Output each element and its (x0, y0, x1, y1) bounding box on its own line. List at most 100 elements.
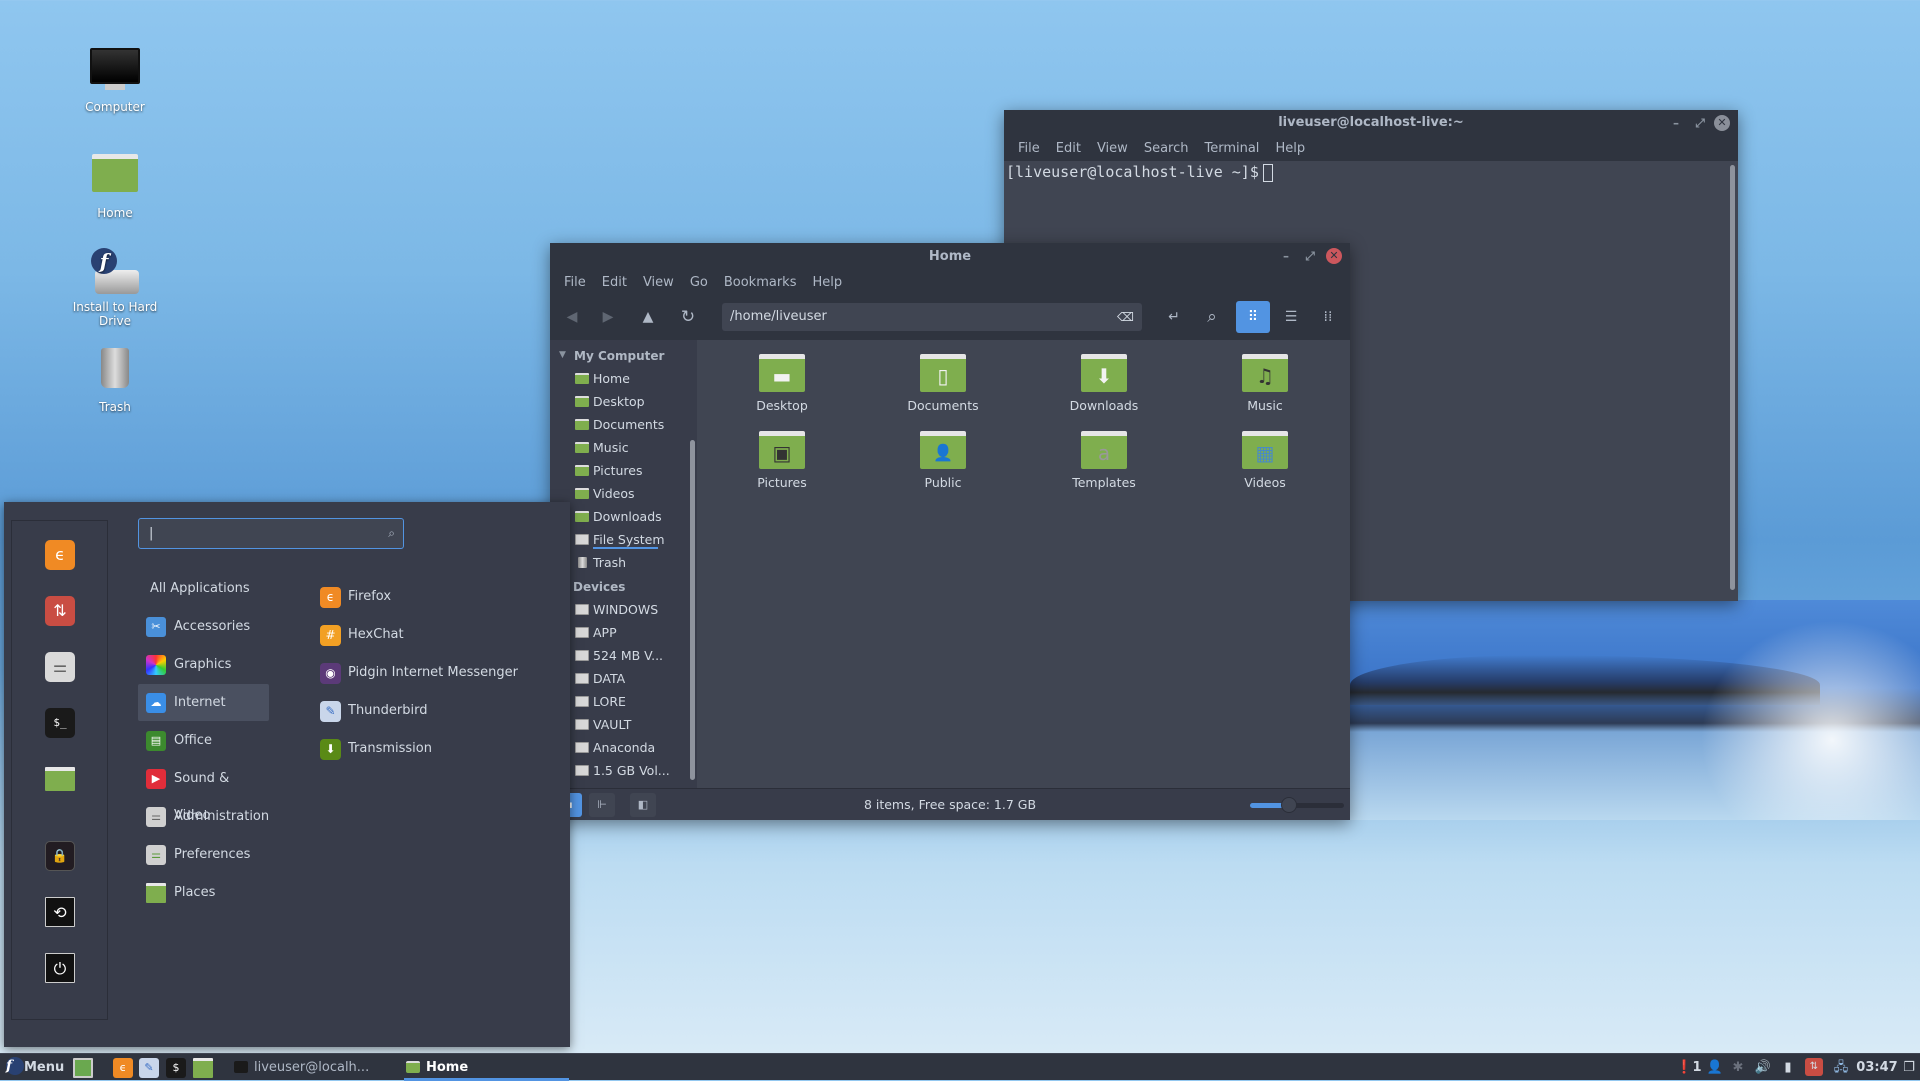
menu-file[interactable]: File (1010, 141, 1048, 156)
sidebar-item-downloads[interactable]: Downloads (550, 505, 697, 528)
app-firefox[interactable]: ϵ Firefox (318, 578, 391, 616)
network-icon[interactable]: 🖧 (1829, 1054, 1853, 1081)
menu-edit[interactable]: Edit (594, 275, 635, 290)
menu-bookmarks[interactable]: Bookmarks (716, 275, 805, 290)
logout-icon[interactable]: ⟲ (45, 897, 75, 927)
terminal-titlebar[interactable]: liveuser@localhost-live:~ – ⤢ ✕ (1004, 110, 1738, 136)
favorite-settings-icon[interactable]: ⚌ (45, 652, 75, 682)
category-accessories[interactable]: ✂ Accessories (138, 608, 269, 645)
menu-go[interactable]: Go (682, 275, 716, 290)
notifications-icon[interactable]: ❗1 (1675, 1054, 1703, 1081)
close-button[interactable]: ✕ (1326, 248, 1342, 264)
show-treeview-button[interactable]: ⊩ (589, 793, 615, 817)
clock[interactable]: 03:47 (1855, 1054, 1899, 1081)
zoom-slider[interactable] (1250, 797, 1344, 813)
desktop-icon-home[interactable]: Home (55, 148, 175, 220)
menu-search-input[interactable]: | ⌕ (138, 518, 404, 549)
sidebar-item-videos[interactable]: Videos (550, 482, 697, 505)
app-pidgin[interactable]: ◉ Pidgin Internet Messenger (318, 654, 518, 692)
sidebar-device[interactable]: VAULT (550, 713, 697, 736)
updates-icon[interactable]: ⇅ (1805, 1058, 1823, 1076)
menu-edit[interactable]: Edit (1048, 141, 1089, 156)
favorite-firefox-icon[interactable]: ϵ (45, 540, 75, 570)
minimize-button[interactable]: – (1276, 243, 1296, 269)
sidebar-item-documents[interactable]: Documents (550, 413, 697, 436)
sidebar-device[interactable]: LORE (550, 690, 697, 713)
sidebar-item-desktop[interactable]: Desktop (550, 390, 697, 413)
location-input[interactable]: /home/liveuser ⌫ (722, 303, 1142, 331)
file-manager-window[interactable]: Home – ⤢ ✕ File Edit View Go Bookmarks H… (550, 243, 1350, 820)
category-places[interactable]: Places (138, 874, 269, 911)
file-item-documents[interactable]: ▯ Documents (883, 354, 1003, 413)
hide-sidebar-button[interactable]: ◧ (630, 793, 656, 817)
taskbar-window-home[interactable]: Home (404, 1054, 569, 1081)
app-transmission[interactable]: ⬇ Transmission (318, 730, 432, 768)
sidebar-section-my-computer[interactable]: ▼ My Computer (550, 344, 697, 367)
desktop-icon-computer[interactable]: Computer (55, 48, 175, 114)
category-office[interactable]: ▤ Office (138, 722, 269, 759)
category-all-applications[interactable]: All Applications (138, 570, 269, 607)
category-internet[interactable]: ☁ Internet (138, 684, 269, 721)
back-button[interactable]: ◀ (558, 303, 586, 331)
file-item-templates[interactable]: a Templates (1044, 431, 1164, 490)
maximize-button[interactable]: ⤢ (1690, 110, 1710, 136)
compact-view-button[interactable]: ⁞⁞ (1311, 301, 1345, 333)
search-button[interactable]: ⌕ (1198, 303, 1226, 331)
menu-button[interactable]: f Menu (4, 1054, 64, 1081)
launcher-terminal-icon[interactable]: $ (166, 1058, 186, 1078)
favorite-terminal-icon[interactable]: $_ (45, 708, 75, 738)
category-administration[interactable]: ⚌ Administration (138, 798, 269, 835)
taskbar-window-terminal[interactable]: liveuser@localh... (232, 1054, 392, 1081)
app-hexchat[interactable]: # HexChat (318, 616, 404, 654)
icon-view-button[interactable]: ⠿ (1236, 301, 1270, 333)
category-graphics[interactable]: Graphics (138, 646, 269, 683)
desktop-icon-install[interactable]: f Install to Hard Drive (55, 248, 175, 328)
sidebar-item-home[interactable]: Home (550, 367, 697, 390)
file-manager-titlebar[interactable]: Home – ⤢ ✕ (550, 243, 1350, 270)
list-view-button[interactable]: ☰ (1274, 301, 1308, 333)
user-icon[interactable]: 👤 (1704, 1054, 1726, 1081)
sidebar-item-file-system[interactable]: File System (550, 528, 697, 551)
clear-location-icon[interactable]: ⌫ (1117, 303, 1134, 331)
menu-help[interactable]: Help (1267, 141, 1313, 156)
toggle-location-button[interactable]: ↵ (1160, 303, 1188, 331)
maximize-button[interactable]: ⤢ (1300, 243, 1320, 269)
sidebar-device[interactable]: DATA (550, 667, 697, 690)
favorite-files-icon[interactable] (45, 767, 75, 791)
menu-terminal[interactable]: Terminal (1196, 141, 1267, 156)
file-item-desktop[interactable]: ▬ Desktop (722, 354, 842, 413)
workspace-switcher-icon[interactable]: ❐ (1899, 1054, 1919, 1081)
reload-button[interactable]: ↻ (674, 303, 702, 331)
bluetooth-icon[interactable]: ✱ (1727, 1054, 1749, 1081)
category-preferences[interactable]: ⚌ Preferences (138, 836, 269, 873)
file-item-pictures[interactable]: ▣ Pictures (722, 431, 842, 490)
file-item-public[interactable]: 👤 Public (883, 431, 1003, 490)
sidebar-device[interactable]: 524 MB V... (550, 644, 697, 667)
terminal-scrollbar[interactable] (1730, 165, 1735, 590)
sidebar-device[interactable]: 1.5 GB Vol... (550, 759, 697, 782)
sidebar-device[interactable]: Anaconda (550, 736, 697, 759)
volume-icon[interactable]: 🔊 (1751, 1054, 1775, 1081)
favorite-software-icon[interactable]: ⇅ (45, 596, 75, 626)
up-button[interactable]: ▲ (634, 303, 662, 331)
menu-view[interactable]: View (1089, 141, 1136, 156)
launcher-firefox-icon[interactable]: ϵ (113, 1058, 133, 1078)
lock-screen-icon[interactable]: 🔒 (45, 841, 75, 871)
file-item-videos[interactable]: ▦ Videos (1205, 431, 1325, 490)
menu-file[interactable]: File (556, 275, 594, 290)
sidebar-item-pictures[interactable]: Pictures (550, 459, 697, 482)
collapse-triangle-icon[interactable]: ▼ (559, 350, 566, 360)
sidebar-device[interactable]: WINDOWS (550, 598, 697, 621)
menu-search[interactable]: Search (1136, 141, 1197, 156)
file-item-music[interactable]: ♫ Music (1205, 354, 1325, 413)
category-sound-video[interactable]: ▶ Sound & Video (138, 760, 269, 823)
sidebar-item-music[interactable]: Music (550, 436, 697, 459)
app-thunderbird[interactable]: ✎ Thunderbird (318, 692, 428, 730)
menu-help[interactable]: Help (804, 275, 850, 290)
launcher-files-icon[interactable] (193, 1058, 213, 1078)
sidebar-item-trash[interactable]: Trash (550, 551, 697, 574)
close-button[interactable]: ✕ (1714, 115, 1730, 131)
battery-icon[interactable]: ▮ (1777, 1054, 1799, 1081)
file-item-downloads[interactable]: ⬇ Downloads (1044, 354, 1164, 413)
sidebar-device[interactable]: APP (550, 621, 697, 644)
